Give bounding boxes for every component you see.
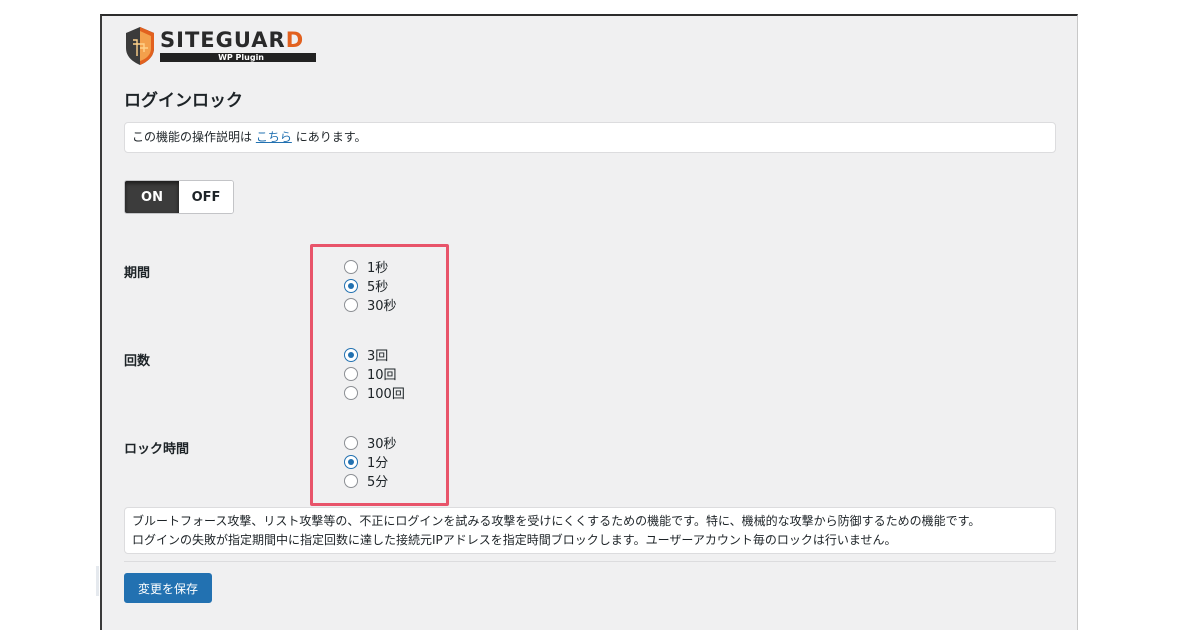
lock-time-option-1m[interactable]: 1分 — [344, 452, 397, 471]
count-option-3[interactable]: 3回 — [344, 345, 405, 364]
notice-prefix: この機能の操作説明は — [132, 130, 253, 144]
radio-label: 1分 — [367, 456, 389, 471]
divider — [124, 561, 1056, 562]
page-title: ログインロック — [124, 91, 243, 111]
radio-button[interactable] — [344, 297, 358, 312]
count-radio-group: 3回 10回 100回 — [344, 345, 405, 402]
lock-time-option-5m[interactable]: 5分 — [344, 471, 397, 490]
period-radio-group: 1秒 5秒 30秒 — [344, 257, 397, 314]
radio-label: 5分 — [367, 475, 389, 490]
radio-button[interactable] — [344, 259, 358, 274]
toggle-off-button[interactable]: OFF — [179, 181, 233, 213]
help-notice: この機能の操作説明は こちら にあります。 — [124, 122, 1056, 153]
radio-label: 3回 — [367, 349, 389, 364]
description-line-2: ログインの失敗が指定期間中に指定回数に達した接続元IPアドレスを指定時間ブロック… — [132, 533, 897, 547]
radio-button[interactable] — [344, 366, 358, 381]
description-line-1: ブルートフォース攻撃、リスト攻撃等の、不正にログインを試みる攻撃を受けにくくする… — [132, 514, 981, 528]
radio-button-selected[interactable] — [344, 454, 358, 469]
count-option-100[interactable]: 100回 — [344, 383, 405, 402]
notice-suffix: にあります。 — [295, 130, 367, 144]
radio-label: 30秒 — [367, 299, 397, 314]
period-option-30s[interactable]: 30秒 — [344, 295, 397, 314]
shield-logo-icon — [126, 27, 154, 65]
logo-wordmark: SITEGUARD — [160, 28, 305, 52]
lock-time-label: ロック時間 — [124, 442, 190, 457]
radio-button-selected[interactable] — [344, 347, 358, 362]
radio-button[interactable] — [344, 473, 358, 488]
on-off-toggle: ON OFF — [124, 180, 234, 214]
radio-label: 5秒 — [367, 280, 389, 295]
radio-label: 1秒 — [367, 261, 389, 276]
help-link[interactable]: こちら — [256, 130, 292, 144]
period-option-1s[interactable]: 1秒 — [344, 257, 397, 276]
toggle-on-button[interactable]: ON — [125, 181, 179, 213]
period-label: 期間 — [124, 266, 151, 281]
settings-panel: SITEGUARD WP Plugin ログインロック この機能の操作説明は こ… — [100, 14, 1078, 630]
radio-label: 100回 — [367, 387, 405, 402]
scroll-edge-mark — [96, 566, 99, 596]
radio-button-selected[interactable] — [344, 278, 358, 293]
save-changes-button[interactable]: 変更を保存 — [124, 573, 212, 603]
period-option-5s[interactable]: 5秒 — [344, 276, 397, 295]
description-box: ブルートフォース攻撃、リスト攻撃等の、不正にログインを試みる攻撃を受けにくくする… — [124, 507, 1056, 554]
lock-time-option-30s[interactable]: 30秒 — [344, 433, 397, 452]
radio-label: 10回 — [367, 368, 397, 383]
logo-subtitle: WP Plugin — [218, 53, 264, 62]
radio-button[interactable] — [344, 435, 358, 450]
radio-button[interactable] — [344, 385, 358, 400]
logo-band: WP Plugin — [160, 53, 316, 62]
lock-time-radio-group: 30秒 1分 5分 — [344, 433, 397, 490]
radio-label: 30秒 — [367, 437, 397, 452]
count-option-10[interactable]: 10回 — [344, 364, 405, 383]
siteguard-logo: SITEGUARD WP Plugin — [124, 26, 324, 70]
count-label: 回数 — [124, 354, 151, 369]
